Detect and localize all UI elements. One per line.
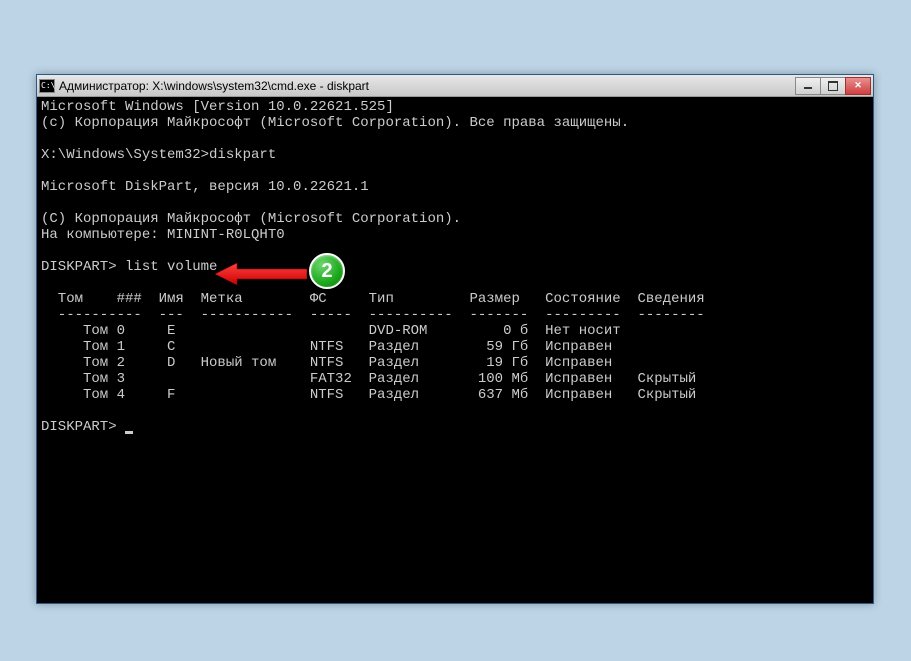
window-title: Администратор: X:\windows\system32\cmd.e…	[59, 79, 796, 93]
prompt-line: DISKPART> list volume	[41, 259, 217, 275]
maximize-button[interactable]	[820, 77, 846, 95]
output-line: На компьютере: MININT-R0LQHT0	[41, 227, 285, 243]
table-row: Том 2 D Новый том NTFS Раздел 19 Гб Испр…	[41, 355, 612, 371]
table-row: Том 4 F NTFS Раздел 637 Мб Исправен Скры…	[41, 387, 696, 403]
cmd-icon: C:\	[39, 79, 55, 93]
cursor	[125, 431, 133, 434]
table-divider: ---------- --- ----------- ----- -------…	[41, 307, 705, 323]
minimize-button[interactable]	[795, 77, 821, 95]
table-row: Том 1 C NTFS Раздел 59 Гб Исправен	[41, 339, 612, 355]
close-button[interactable]	[845, 77, 871, 95]
output-line: Microsoft Windows [Version 10.0.22621.52…	[41, 99, 394, 115]
table-header: Том ### Имя Метка ФС Тип Размер Состояни…	[41, 291, 705, 307]
prompt-line: DISKPART>	[41, 419, 125, 435]
output-line: (c) Корпорация Майкрософт (Microsoft Cor…	[41, 115, 629, 131]
output-line: (C) Корпорация Майкрософт (Microsoft Cor…	[41, 211, 461, 227]
table-row: Том 3 FAT32 Раздел 100 Мб Исправен Скрыт…	[41, 371, 696, 387]
terminal-output[interactable]: Microsoft Windows [Version 10.0.22621.52…	[37, 97, 873, 603]
cmd-window: C:\ Администратор: X:\windows\system32\c…	[36, 74, 874, 604]
table-row: Том 0 E DVD-ROM 0 б Нет носит	[41, 323, 621, 339]
output-line: Microsoft DiskPart, версия 10.0.22621.1	[41, 179, 369, 195]
window-controls	[796, 77, 871, 95]
titlebar[interactable]: C:\ Администратор: X:\windows\system32\c…	[37, 75, 873, 97]
prompt-line: X:\Windows\System32>diskpart	[41, 147, 276, 163]
